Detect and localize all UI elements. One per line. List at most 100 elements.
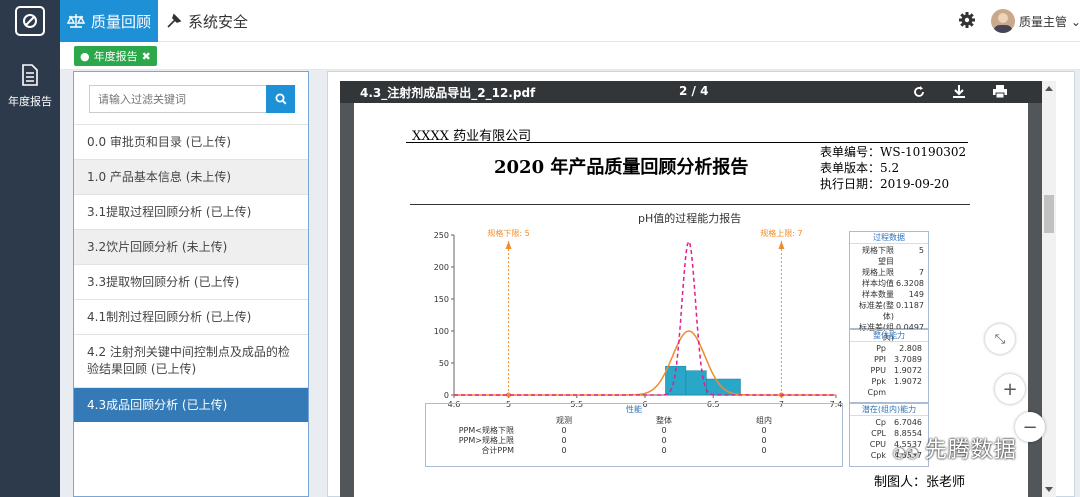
ov-label: PPU bbox=[870, 366, 886, 375]
pd-value: 0.1187 bbox=[896, 301, 924, 310]
search-box bbox=[89, 85, 295, 113]
tab-bar: ● 年度报告 ✖ bbox=[60, 42, 1080, 70]
document-icon bbox=[22, 64, 38, 86]
perf-label: PPM>规格上限 bbox=[458, 436, 514, 445]
form-number: 表单编号：WS-10190302 bbox=[820, 145, 967, 159]
fit-page-button[interactable]: ⤡ bbox=[985, 324, 1015, 354]
rotate-icon[interactable] bbox=[912, 85, 926, 99]
ov-label: PPI bbox=[873, 355, 886, 364]
wechat-icon: ◔◔ bbox=[893, 445, 925, 461]
search-input[interactable] bbox=[89, 85, 267, 113]
perf-cell: 0 bbox=[761, 446, 767, 455]
zoom-out-button[interactable]: − bbox=[1015, 412, 1045, 442]
pd-label: 望目 bbox=[878, 257, 894, 266]
pd-value: 5 bbox=[918, 246, 924, 255]
list-item[interactable]: 3.3提取物回顾分析 (已上传) bbox=[74, 264, 308, 299]
security-icon bbox=[167, 13, 182, 28]
pd-label: 标准差(整体) bbox=[858, 301, 894, 321]
zoom-in-button[interactable]: + bbox=[995, 374, 1025, 404]
performance-table: 性能 观测 整体 组内 PPM<规格下限 0 0 0 PPM>规格上限 0 0 0 合计PPM 0… bbox=[425, 403, 843, 467]
tab-annual-report[interactable]: ● 年度报告 ✖ bbox=[74, 46, 157, 66]
nav-system-security[interactable]: 系统安全 bbox=[166, 0, 248, 42]
list-item[interactable]: 0.0 审批页和目录 (已上传) bbox=[74, 124, 308, 159]
pd-value: 7 bbox=[918, 268, 924, 277]
pt-label: CPU bbox=[869, 440, 886, 449]
usl-label: 规格上限: 7 bbox=[760, 228, 802, 238]
perf-label: PPM<规格下限 bbox=[458, 426, 514, 435]
scrollbar-thumb[interactable] bbox=[1044, 195, 1054, 233]
logo-icon bbox=[15, 6, 45, 36]
pt-label: Cp bbox=[875, 418, 886, 427]
sidebar-item-annual-report[interactable]: 年度报告 bbox=[0, 64, 60, 109]
potential-header: 潜在(组内)能力 bbox=[850, 404, 928, 416]
nav-quality-label: 质量回顾 bbox=[90, 12, 151, 31]
list-item[interactable]: 3.1提取过程回顾分析 (已上传) bbox=[74, 194, 308, 229]
avatar[interactable] bbox=[991, 9, 1015, 33]
list-item[interactable]: 4.1制剂过程回顾分析 (已上传) bbox=[74, 299, 308, 334]
watermark: ◔◔ 先腾数据 bbox=[893, 432, 1017, 464]
perf-label: 合计PPM bbox=[481, 446, 514, 455]
ov-label: Ppk bbox=[871, 377, 886, 386]
pd-value: 6.3208 bbox=[896, 279, 924, 288]
y-tick-label: 250 bbox=[434, 231, 449, 240]
chart-title: pH值的过程能力报告 bbox=[638, 212, 742, 225]
maker-label: 制图人：张老师 bbox=[874, 475, 966, 490]
nav-security-label: 系统安全 bbox=[188, 12, 249, 31]
list-item-label: 4.3成品回顾分析 (已上传) bbox=[87, 397, 228, 412]
app-logo[interactable] bbox=[0, 0, 60, 42]
overall-header: 整体能力 bbox=[850, 330, 928, 342]
y-tick-label: 50 bbox=[439, 359, 449, 368]
list-item[interactable]: 4.2 注射剂关键中间控制点及成品的检验结果回顾 (已上传) bbox=[74, 334, 308, 387]
scale-icon bbox=[66, 14, 85, 28]
lsl-label: 规格下限: 5 bbox=[487, 228, 529, 238]
overall-normal-curve bbox=[454, 330, 836, 396]
overall-capability-box: 整体能力 Pp 2.808 PPI 3.7089 PPU 1.9072 Ppk 1.90… bbox=[849, 329, 929, 403]
perf-col: 观测 bbox=[556, 416, 572, 425]
process-data-box: 过程数据 规格下限 5 望目 规格上限 7 样本均值 6.3208 样本数量 149 标… bbox=[849, 231, 929, 343]
pdf-page-indicator: 2 / 4 bbox=[679, 84, 709, 98]
ov-value: 3.7089 bbox=[894, 355, 922, 364]
performance-header: 性能 bbox=[626, 405, 642, 414]
ov-value: 2.808 bbox=[899, 344, 922, 353]
perf-cell: 0 bbox=[761, 436, 767, 445]
ov-label: Pp bbox=[876, 344, 886, 353]
pd-label: 样本数量 bbox=[862, 290, 894, 299]
nav-quality-review[interactable]: 质量回顾 bbox=[60, 0, 158, 42]
process-data-header: 过程数据 bbox=[850, 232, 928, 244]
close-icon[interactable]: ✖ bbox=[142, 50, 151, 63]
list-item-label: 0.0 审批页和目录 (已上传) bbox=[87, 134, 232, 149]
minus-icon: − bbox=[1022, 416, 1038, 438]
exec-date: 执行日期：2019-09-20 bbox=[820, 177, 950, 191]
search-button[interactable] bbox=[266, 85, 295, 113]
list-item[interactable]: 3.2饮片回顾分析 (未上传) bbox=[74, 229, 308, 264]
perf-cell: 0 bbox=[761, 426, 767, 435]
perf-cell: 0 bbox=[561, 436, 567, 445]
pd-label: 样本均值 bbox=[862, 279, 894, 288]
pd-value: 149 bbox=[908, 290, 924, 299]
usl-arrow bbox=[778, 241, 785, 249]
ov-value: 1.9072 bbox=[894, 366, 922, 375]
download-icon[interactable] bbox=[952, 84, 966, 99]
pd-label: 规格下限 bbox=[862, 246, 894, 255]
tab-label: 年度报告 bbox=[93, 50, 138, 63]
pdf-filename: 4.3_注射剂成品导出_2_12.pdf bbox=[360, 86, 536, 100]
lsl-arrow bbox=[505, 241, 512, 249]
y-tick-label: 100 bbox=[434, 327, 449, 336]
gear-icon[interactable] bbox=[958, 11, 976, 29]
list-item-active[interactable]: 4.3成品回顾分析 (已上传) bbox=[74, 387, 308, 422]
print-icon[interactable] bbox=[992, 84, 1008, 99]
ov-label: Cpm bbox=[867, 388, 886, 397]
perf-cell: 0 bbox=[661, 436, 667, 445]
y-tick-label: 0 bbox=[444, 391, 449, 400]
plus-icon: + bbox=[1002, 378, 1018, 400]
histogram-bar bbox=[685, 370, 707, 396]
list-item[interactable]: 1.0 产品基本信息 (未上传) bbox=[74, 159, 308, 194]
list-item-label: 4.1制剂过程回顾分析 (已上传) bbox=[87, 309, 252, 324]
ov-value bbox=[886, 387, 922, 398]
pdf-scrollbar[interactable] bbox=[1042, 81, 1056, 497]
within-normal-curve bbox=[454, 239, 836, 396]
user-menu[interactable]: 质量主管 ⌄ bbox=[1019, 13, 1080, 30]
pt-value: 6.7046 bbox=[894, 418, 922, 427]
pd-value bbox=[894, 256, 924, 267]
histogram-bar bbox=[706, 378, 741, 396]
